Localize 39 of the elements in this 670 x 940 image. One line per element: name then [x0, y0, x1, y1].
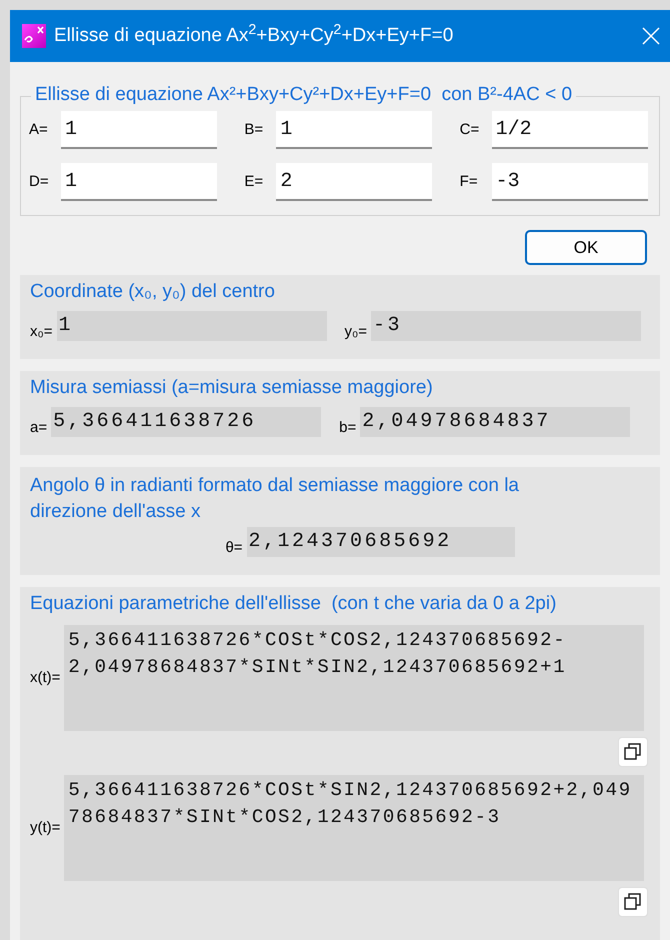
input-field[interactable]: 1: [61, 111, 217, 149]
copy-button[interactable]: [618, 737, 648, 767]
field-label: y(t)=: [30, 818, 60, 838]
copy-icon: [623, 742, 643, 762]
section-title: Coordinate (x₀, y₀) del centro: [30, 280, 276, 304]
app-icon: [22, 24, 46, 48]
input-field[interactable]: 1/2: [492, 111, 648, 149]
input-field[interactable]: -3: [492, 163, 648, 201]
section-title: Misura semiassi (a=misura semiasse maggiore): [30, 376, 434, 400]
ok-button[interactable]: OK: [525, 230, 647, 265]
output-field: 2,124370685692: [246, 527, 515, 557]
output-field: 5,366411638726: [51, 407, 322, 437]
section-title: Angolo θ in radianti formato dal semiasse maggiore con la direzione dell'asse x: [30, 474, 520, 524]
window-title: Ellisse di equazione Ax$^{2}$+Bxy+Cy$^{2}$+Dx+Ey+F=0: [54, 22, 454, 48]
field-label: B=: [244, 120, 264, 140]
field-label: E=: [244, 172, 264, 192]
equation-field: 5,366411638726*COSt*COS2,124370685692- 2,04978684837*SINt*SIN2,124370685692+1: [64, 625, 644, 731]
field-label: x(t)=: [30, 668, 60, 688]
input-field[interactable]: 1: [61, 163, 217, 201]
output-field: 2,04978684837: [360, 407, 630, 437]
field-label: x₀=: [30, 322, 52, 342]
field-label: b=: [339, 418, 356, 438]
field-label: D=: [29, 172, 50, 192]
output-field: -3: [371, 311, 641, 341]
output-field: 1: [56, 311, 326, 341]
copy-icon: [623, 892, 643, 912]
input-field[interactable]: 1: [276, 111, 432, 149]
equation-field: 5,366411638726*COSt*SIN2,124370685692+2,049 78684837*SINt*COS2,124370685692-3: [64, 775, 644, 881]
input-field[interactable]: 2: [276, 163, 432, 201]
field-label: y₀=: [344, 322, 367, 342]
field-label: F=: [460, 172, 479, 192]
copy-button[interactable]: [618, 887, 648, 917]
field-label: a=: [30, 418, 48, 438]
field-label: C=: [460, 120, 480, 140]
field-label: A=: [29, 120, 49, 140]
close-icon[interactable]: [642, 27, 660, 45]
section-title: Equazioni parametriche dell'ellisse (con t che varia da 0 a 2pi): [30, 592, 558, 616]
field-label: θ=: [225, 538, 243, 558]
group-title: Ellisse di equazione Ax²+Bxy+Cy²+Dx+Ey+F=0 con B²-4AC < 0: [31, 83, 576, 107]
